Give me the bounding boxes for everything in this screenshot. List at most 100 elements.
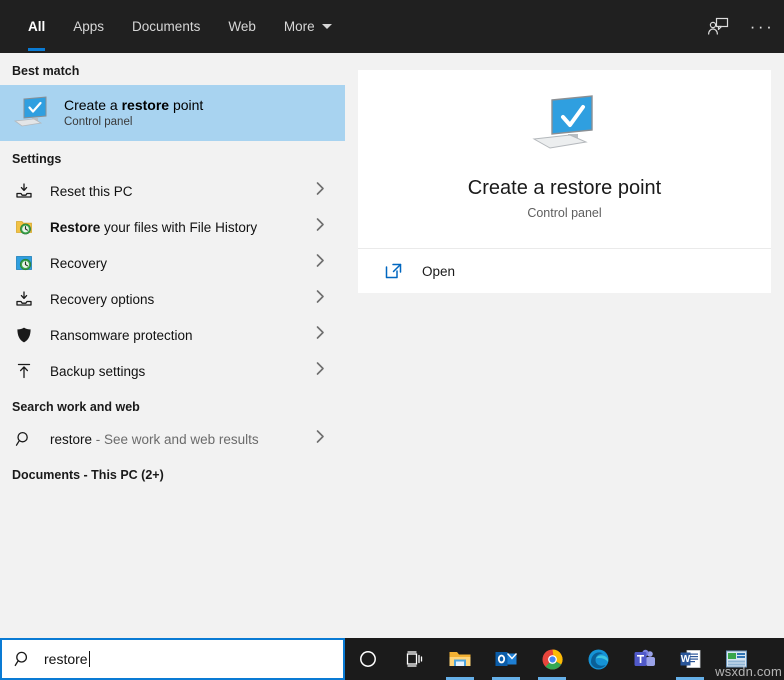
web-section-label: Search work and web: [12, 400, 140, 414]
best-match-text: Create a restore point Control panel: [64, 96, 203, 130]
tab-more[interactable]: More: [270, 0, 346, 53]
windows-search-overlay: All Apps Documents Web More ··· Best mat…: [0, 0, 784, 680]
search-input-value: restore: [44, 651, 90, 667]
taskbar-outlook-button[interactable]: [483, 638, 529, 680]
tab-all-label: All: [28, 19, 46, 34]
cortana-icon: [360, 651, 376, 667]
reset-tray-icon: [14, 289, 34, 309]
result-label-text: Recovery: [50, 255, 108, 271]
result-label: Restore your files with File History: [50, 220, 257, 235]
chevron-right-icon[interactable]: [316, 290, 325, 309]
result-recovery-options[interactable]: Recovery options: [0, 281, 345, 317]
search-icon: [14, 429, 34, 449]
feedback-button[interactable]: [696, 0, 740, 53]
tab-documents[interactable]: Documents: [118, 0, 214, 53]
tab-all[interactable]: All: [14, 0, 59, 53]
taskbar-app-button[interactable]: [713, 638, 759, 680]
detail-card: Create a restore point Control panel Ope…: [358, 70, 771, 293]
settings-section-label: Settings: [12, 152, 62, 166]
word-icon: W: [680, 650, 700, 668]
reset-tray-icon: [14, 181, 34, 201]
result-recovery[interactable]: Recovery: [0, 245, 345, 281]
detail-subtitle: Control panel: [527, 206, 602, 220]
chevron-right-icon[interactable]: [316, 430, 325, 449]
detail-title: Create a restore point: [467, 177, 662, 199]
task-view-icon: [406, 651, 423, 667]
documents-section-label: Documents - This PC (2+): [12, 468, 164, 482]
result-label: Ransomware protection: [50, 328, 193, 343]
chevron-right-icon[interactable]: [316, 326, 325, 345]
feedback-person-icon: [708, 17, 729, 35]
result-label: Recovery options: [50, 292, 154, 307]
result-restore-file-history[interactable]: Restore your files with File History: [0, 209, 345, 245]
taskbar-teams-button[interactable]: [621, 638, 667, 680]
chevron-right-icon[interactable]: [316, 254, 325, 273]
tab-apps[interactable]: Apps: [59, 0, 118, 53]
outlook-icon: [495, 652, 518, 666]
best-match-title: Create a restore point: [64, 96, 203, 114]
best-match-result[interactable]: Create a restore point Control panel: [0, 85, 345, 141]
result-label-text: Reset this PC: [50, 183, 133, 199]
result-label-text: Recovery options: [50, 291, 155, 307]
best-match-title-suffix: point: [169, 97, 204, 113]
result-label-text: Backup settings: [50, 363, 146, 379]
svg-text:W: W: [680, 654, 690, 665]
taskbar-file-explorer-button[interactable]: [437, 638, 483, 680]
tab-documents-label: Documents: [132, 19, 201, 34]
external-link-icon: [385, 263, 402, 279]
app-icon: [725, 650, 747, 668]
results-pane: Best match Create a restore point Contro…: [0, 53, 345, 636]
result-reset-this-pc[interactable]: Reset this PC: [0, 173, 345, 209]
taskbar-word-button[interactable]: W: [667, 638, 713, 680]
result-label: Recovery: [50, 256, 107, 271]
result-backup-settings[interactable]: Backup settings: [0, 353, 345, 389]
detail-hero: Create a restore point Control panel: [358, 70, 771, 249]
tab-apps-label: Apps: [73, 19, 105, 34]
best-match-title-prefix: Create a: [64, 97, 122, 113]
result-label-query: restore: [50, 431, 93, 447]
tab-web[interactable]: Web: [214, 0, 270, 53]
taskbar-task-view-button[interactable]: [391, 638, 437, 680]
ellipsis-icon: ···: [749, 17, 775, 36]
open-action-label: Open: [422, 263, 456, 279]
text-cursor: [88, 651, 90, 667]
edge-icon: [588, 649, 608, 669]
search-input-text: restore: [44, 651, 88, 667]
tab-web-label: Web: [228, 19, 256, 34]
chevron-right-icon[interactable]: [316, 218, 325, 237]
open-action-button[interactable]: Open: [358, 249, 771, 293]
search-input[interactable]: restore: [0, 638, 345, 680]
chevron-down-icon: [321, 24, 332, 29]
search-icon: [2, 650, 44, 668]
chevron-right-icon[interactable]: [316, 362, 325, 381]
taskbar: W wsxdn.com: [345, 638, 784, 680]
file-history-folder-clock-icon: [14, 217, 34, 237]
recovery-clock-icon: [14, 253, 34, 273]
chrome-icon: [542, 648, 563, 669]
result-label-query: Restore: [50, 219, 101, 235]
taskbar-chrome-button[interactable]: [529, 638, 575, 680]
result-label-text: your files with File History: [100, 219, 258, 235]
tab-more-label: More: [283, 19, 315, 34]
result-ransomware-protection[interactable]: Ransomware protection: [0, 317, 345, 353]
result-label-text: - See work and web results: [92, 431, 259, 447]
detail-pane: Create a restore point Control panel Ope…: [345, 53, 784, 636]
best-match-subtitle: Control panel: [64, 116, 133, 128]
taskbar-edge-button[interactable]: [575, 638, 621, 680]
teams-icon: [634, 649, 655, 666]
shield-icon: [14, 325, 34, 345]
taskbar-cortana-button[interactable]: [345, 638, 391, 680]
chevron-right-icon[interactable]: [316, 182, 325, 201]
file-explorer-icon: [449, 652, 471, 666]
header-actions: ···: [696, 0, 784, 53]
system-restore-monitor-icon: [531, 95, 593, 149]
result-label-text: Ransomware protection: [50, 327, 193, 343]
best-match-section-label: Best match: [12, 64, 80, 78]
result-web-search[interactable]: restore - See work and web results: [0, 421, 345, 457]
system-restore-monitor-icon: [13, 96, 47, 127]
best-match-title-query: restore: [121, 97, 170, 113]
result-label: restore - See work and web results: [50, 432, 259, 447]
result-label: Reset this PC: [50, 184, 133, 199]
result-label: Backup settings: [50, 364, 145, 379]
more-options-button[interactable]: ···: [740, 0, 784, 53]
